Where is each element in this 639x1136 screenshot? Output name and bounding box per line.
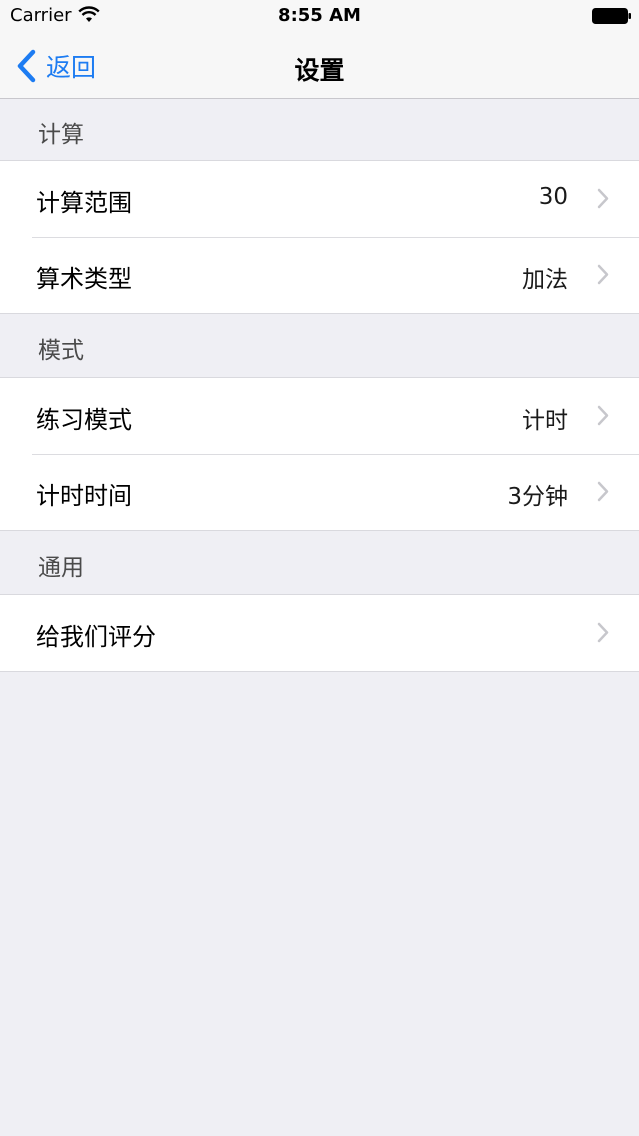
battery-icon xyxy=(592,8,631,24)
chevron-right-icon xyxy=(597,188,609,209)
row-rate-us[interactable]: 给我们评分 xyxy=(0,595,639,671)
page-title: 设置 xyxy=(294,56,345,85)
chevron-right-icon xyxy=(597,264,609,285)
section-header-label: 通用 xyxy=(38,555,84,581)
status-time: 8:55 AM xyxy=(278,5,361,26)
row-calculation-range[interactable]: 计算范围 30 xyxy=(0,161,639,237)
row-arithmetic-type[interactable]: 算术类型 加法 xyxy=(0,237,639,313)
row-label: 计算范围 xyxy=(36,189,132,217)
section-header-general: 通用 xyxy=(0,532,639,594)
row-label: 计时时间 xyxy=(36,482,132,510)
chevron-right-icon xyxy=(597,622,609,643)
row-label: 给我们评分 xyxy=(36,623,156,651)
section-header-mode: 模式 xyxy=(0,315,639,377)
status-bar: Carrier 8:55 AM xyxy=(0,0,639,34)
chevron-right-icon xyxy=(597,481,609,502)
chevron-right-icon xyxy=(597,405,609,426)
row-label: 练习模式 xyxy=(36,406,132,434)
row-timer-duration[interactable]: 计时时间 3分钟 xyxy=(0,454,639,530)
row-practice-mode[interactable]: 练习模式 计时 xyxy=(0,378,639,454)
section-header-calculation: 计算 xyxy=(0,99,639,161)
section-header-label: 计算 xyxy=(38,122,84,148)
row-value: 3分钟 xyxy=(507,484,568,510)
row-value: 加法 xyxy=(522,267,568,293)
settings-group-general: 给我们评分 xyxy=(0,594,639,672)
row-label: 算术类型 xyxy=(36,265,132,293)
row-value: 30 xyxy=(538,184,568,210)
section-header-label: 模式 xyxy=(38,338,84,364)
navigation-bar: 返回 设置 xyxy=(0,34,639,99)
row-value: 计时 xyxy=(522,408,568,434)
settings-group-calculation: 计算范围 30 算术类型 加法 xyxy=(0,160,639,314)
settings-group-mode: 练习模式 计时 计时时间 3分钟 xyxy=(0,377,639,531)
